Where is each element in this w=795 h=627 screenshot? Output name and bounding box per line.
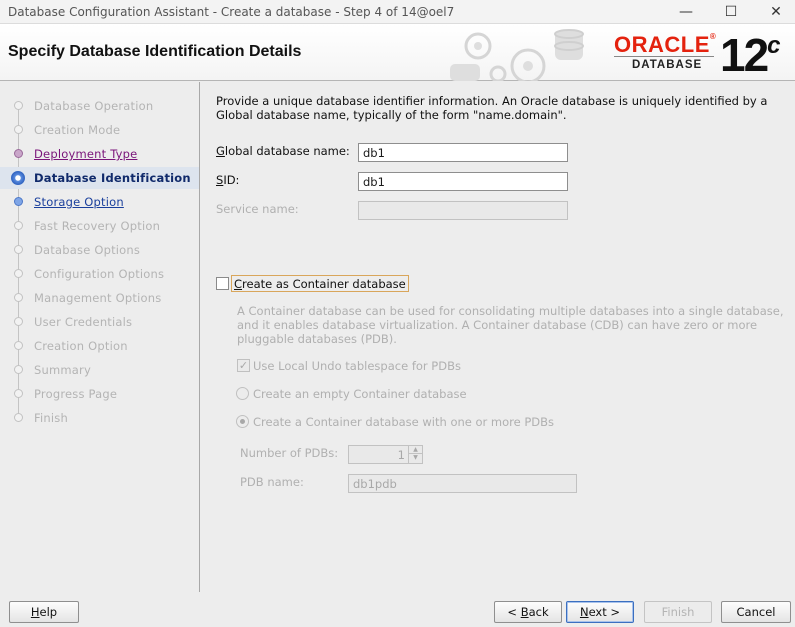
service-name-input[interactable] xyxy=(358,201,568,220)
step-item: User Credentials xyxy=(0,311,199,333)
step-item: Summary xyxy=(0,359,199,381)
spinner-up-icon[interactable]: ▲ xyxy=(409,446,422,454)
spinner-down-icon[interactable]: ▼ xyxy=(409,454,422,462)
step-label: Database Options xyxy=(34,243,141,257)
step-indicator-icon xyxy=(14,221,23,230)
minimize-icon[interactable]: — xyxy=(668,2,704,22)
step-item: Database Identification xyxy=(0,167,199,189)
global-db-name-input[interactable]: db1 xyxy=(358,143,568,162)
pdb-name-input[interactable]: db1pdb xyxy=(348,474,577,493)
finish-button[interactable]: Finish xyxy=(644,601,712,623)
version-logo: 12c xyxy=(720,29,781,81)
window-title-bar: Database Configuration Assistant - Creat… xyxy=(0,0,795,24)
logo-divider xyxy=(614,56,714,57)
step-label: Progress Page xyxy=(34,387,118,401)
step-indicator-icon xyxy=(14,197,23,206)
oracle-logo: ORACLE® xyxy=(614,32,717,57)
container-db-checkbox[interactable] xyxy=(216,277,229,290)
step-item: Fast Recovery Option xyxy=(0,215,199,237)
button-bar: Help < Back Next > Finish Cancel xyxy=(0,592,795,627)
step-label: Database Operation xyxy=(34,99,154,113)
back-button[interactable]: < Back xyxy=(494,601,562,623)
step-label: Deployment Type xyxy=(34,147,138,161)
step-indicator-icon xyxy=(14,245,23,254)
step-label: Management Options xyxy=(34,291,162,305)
num-pdbs-value: 1 xyxy=(397,448,405,462)
page-header: Specify Database Identification Details … xyxy=(0,24,795,81)
step-item[interactable]: Storage Option xyxy=(0,191,199,213)
step-label: Finish xyxy=(34,411,68,425)
step-label: Creation Option xyxy=(34,339,128,353)
radio-container-with-pdbs[interactable] xyxy=(236,415,249,428)
cancel-button[interactable]: Cancel xyxy=(721,601,791,623)
next-button[interactable]: Next > xyxy=(566,601,634,623)
step-indicator-icon xyxy=(14,269,23,278)
step-indicator-icon xyxy=(14,101,23,110)
close-icon[interactable]: ✕ xyxy=(758,2,794,22)
spinner-arrows[interactable]: ▲ ▼ xyxy=(408,446,422,463)
step-item: Creation Option xyxy=(0,335,199,357)
help-button[interactable]: Help xyxy=(9,601,79,623)
step-label: Configuration Options xyxy=(34,267,165,281)
step-label: Database Identification xyxy=(34,171,191,185)
step-indicator-icon xyxy=(11,171,25,185)
step-indicator-icon xyxy=(14,413,23,422)
radio-empty-container[interactable] xyxy=(236,387,249,400)
step-item: Database Options xyxy=(0,239,199,261)
local-undo-label: Use Local Undo tablespace for PDBs xyxy=(253,359,461,373)
step-item: Configuration Options xyxy=(0,263,199,285)
step-indicator-icon xyxy=(14,125,23,134)
steps-sidebar: Database Operation Creation Mode Deploymen… xyxy=(0,82,200,592)
step-item: Progress Page xyxy=(0,383,199,405)
num-pdbs-label: Number of PDBs: xyxy=(240,446,339,460)
step-indicator-icon xyxy=(14,317,23,326)
page-title: Specify Database Identification Details xyxy=(8,43,302,60)
description-text: Provide a unique database identifier inf… xyxy=(216,94,768,122)
maximize-icon[interactable]: ☐ xyxy=(713,2,749,22)
radio-empty-container-label: Create an empty Container database xyxy=(253,387,467,401)
step-label: Summary xyxy=(34,363,91,377)
sid-input[interactable]: db1 xyxy=(358,172,568,191)
step-item: Database Operation xyxy=(0,95,199,117)
step-item: Creation Mode xyxy=(0,119,199,141)
container-db-checkbox-label[interactable]: Create as Container database xyxy=(231,275,409,292)
step-item: Finish xyxy=(0,407,199,429)
radio-container-with-pdbs-label: Create a Container database with one or … xyxy=(253,415,555,429)
pdb-name-label: PDB name: xyxy=(240,475,304,489)
step-label: User Credentials xyxy=(34,315,133,329)
step-label: Storage Option xyxy=(34,195,124,209)
step-indicator-icon xyxy=(14,149,23,158)
step-item[interactable]: Deployment Type xyxy=(0,143,199,165)
step-indicator-icon xyxy=(14,365,23,374)
step-label: Fast Recovery Option xyxy=(34,219,161,233)
local-undo-checkbox[interactable]: ✓ xyxy=(237,359,250,372)
step-label: Creation Mode xyxy=(34,123,121,137)
step-item: Management Options xyxy=(0,287,199,309)
oracle-database-label: DATABASE xyxy=(632,59,703,71)
container-description: A Container database can be used for con… xyxy=(237,304,784,346)
window-title: Database Configuration Assistant - Creat… xyxy=(8,5,455,19)
service-name-label: Service name: xyxy=(216,202,299,216)
step-indicator-icon xyxy=(14,341,23,350)
sid-label: SID: xyxy=(216,173,240,187)
num-pdbs-spinner[interactable]: 1 ▲ ▼ xyxy=(348,445,423,464)
step-indicator-icon xyxy=(14,389,23,398)
main-panel: Provide a unique database identifier inf… xyxy=(201,82,795,592)
global-db-name-label: Global database name: xyxy=(216,144,350,158)
step-indicator-icon xyxy=(14,293,23,302)
gears-decoration-icon xyxy=(450,29,584,81)
